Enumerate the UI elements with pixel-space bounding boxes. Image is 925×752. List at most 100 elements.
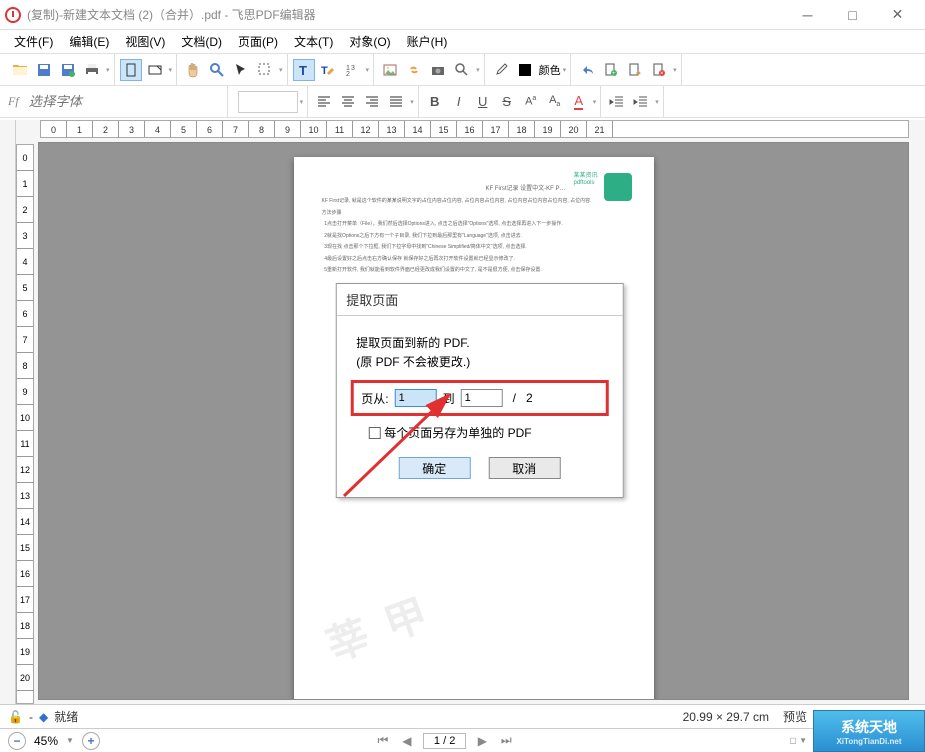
text-number-icon[interactable]: 123 [341,59,363,81]
image-icon[interactable] [379,59,401,81]
app-icon [5,7,21,23]
superscript-icon[interactable]: Aa [520,91,542,113]
eyedropper-icon[interactable] [490,59,512,81]
dialog-text-line1: 提取页面到新的 PDF. [356,334,602,351]
first-page-button[interactable]: ⏮ [375,733,391,748]
prev-page-button[interactable]: ◀ [399,734,415,748]
lock-icon: 🔓 [8,710,23,724]
menu-page[interactable]: 页面(P) [230,31,286,52]
dialog-title: 提取页面 [336,284,622,316]
svg-text:+: + [612,71,616,77]
zoom-percent[interactable]: 45% [34,734,58,748]
strikethrough-icon[interactable]: S [496,91,518,113]
align-center-icon[interactable] [337,91,359,113]
menu-file[interactable]: 文件(F) [6,31,61,52]
font-select[interactable] [23,87,223,117]
bold-icon[interactable]: B [424,91,446,113]
selection-icon[interactable] [254,59,276,81]
page-area[interactable]: 某某资讯pdftools KF First记录 设置中文-KF P… KF Fi… [38,142,909,700]
total-pages-label: 2 [526,391,533,405]
pointer-icon[interactable] [230,59,252,81]
svg-text:×: × [660,71,664,77]
next-page-button[interactable]: ▶ [474,734,490,748]
subscript-icon[interactable]: Aa [544,91,566,113]
slash-label: / [513,391,516,405]
align-left-icon[interactable] [313,91,335,113]
close-button[interactable]: ✕ [875,0,920,30]
window-title: (复制)-新建文本文档 (2)（合并）.pdf - 飞思PDF编辑器 [27,6,785,23]
menu-document[interactable]: 文档(D) [173,31,230,52]
page-portrait-icon[interactable] [120,59,142,81]
save-icon[interactable] [33,59,55,81]
zoom-out-button[interactable]: − [8,732,26,750]
checkbox-label: 每个页面另存为单独的 PDF [384,424,531,441]
italic-icon[interactable]: I [448,91,470,113]
font-color-icon[interactable]: A [568,91,590,113]
page-dimensions: 20.99 × 29.7 cm [683,710,769,724]
ok-button[interactable]: 确定 [398,457,470,479]
zoom-in-button[interactable]: + [82,732,100,750]
link-icon[interactable] [403,59,425,81]
to-page-input[interactable] [461,389,503,407]
menu-view[interactable]: 视图(V) [117,31,173,52]
from-page-input[interactable] [395,389,437,407]
indent-increase-icon[interactable] [630,91,652,113]
from-label: 页从: [361,390,388,407]
title-bar: (复制)-新建文本文档 (2)（合并）.pdf - 飞思PDF编辑器 ─ □ ✕ [0,0,925,30]
color-swatch-icon[interactable] [514,59,536,81]
brand-watermark: 系统天地 XiTongTianDi.net [813,710,925,752]
svg-text:2: 2 [346,71,350,78]
indent-decrease-icon[interactable] [606,91,628,113]
svg-text:3: 3 [351,65,355,72]
camera-icon[interactable] [427,59,449,81]
text-edit-icon[interactable]: T [317,59,339,81]
print-icon[interactable] [81,59,103,81]
menu-edit[interactable]: 编辑(E) [61,31,117,52]
zoom-bar: − 45% ▼ + ⏮ ◀ 1 / 2 ▶ ⏭ ▢ ▼ [0,728,925,752]
menu-object[interactable]: 对象(O) [341,31,398,52]
menu-bar: 文件(F) 编辑(E) 视图(V) 文档(D) 页面(P) 文本(T) 对象(O… [0,30,925,54]
find-icon[interactable] [451,59,473,81]
toolbar-main: T T 123 颜色 + × [0,54,925,86]
menu-text[interactable]: 文本(T) [286,31,341,52]
undo-icon[interactable] [576,59,598,81]
cancel-button[interactable]: 取消 [488,457,560,479]
ruler-horizontal: 0123456789101112131415161718192021 [40,120,909,138]
save-separate-checkbox[interactable] [368,427,380,439]
menu-account[interactable]: 账户(H) [399,31,456,52]
save-as-icon[interactable] [57,59,79,81]
svg-text:T: T [299,63,307,78]
hand-icon[interactable] [182,59,204,81]
to-label: 到 [443,390,455,407]
zoom-dropdown-icon[interactable]: ▼ [66,736,74,745]
watermark-text: 莘 甲 [316,579,438,673]
toolbar-format: Ff B I U S Aa Aa A [0,86,925,118]
underline-icon[interactable]: U [472,91,494,113]
page-delete-icon[interactable]: × [648,59,670,81]
page-landscape-icon[interactable] [144,59,166,81]
fit-dropdown-icon[interactable]: ▢ ▼ [789,736,807,745]
status-ready: 就绪 [54,708,78,725]
color-label: 颜色 [539,62,561,78]
stamp-icon [604,173,632,201]
preview-label[interactable]: 预览 [783,708,807,725]
page-add-icon[interactable]: + [600,59,622,81]
page-move-icon[interactable] [624,59,646,81]
ruler-vertical: 01234567891011121314151617181920 [16,144,34,704]
align-justify-icon[interactable] [385,91,407,113]
maximize-button[interactable]: □ [830,0,875,30]
align-right-icon[interactable] [361,91,383,113]
dialog-text-line2: (原 PDF 不会被更改.) [356,353,602,370]
minimize-button[interactable]: ─ [785,0,830,30]
status-bar: 🔓 - ◆ 就绪 20.99 × 29.7 cm 预览 [0,704,925,728]
last-page-button[interactable]: ⏭ [498,733,514,748]
sidebar-tabs[interactable] [0,120,16,704]
open-icon[interactable] [9,59,31,81]
font-size-select[interactable] [238,91,298,113]
text-tool-icon[interactable]: T [293,59,315,81]
page-indicator[interactable]: 1 / 2 [423,733,466,749]
svg-text:T: T [321,65,328,77]
zoom-icon[interactable] [206,59,228,81]
page-range-row: 页从: 到 / 2 [350,380,608,416]
extract-pages-dialog: 提取页面 提取页面到新的 PDF. (原 PDF 不会被更改.) 页从: 到 /… [335,283,623,498]
